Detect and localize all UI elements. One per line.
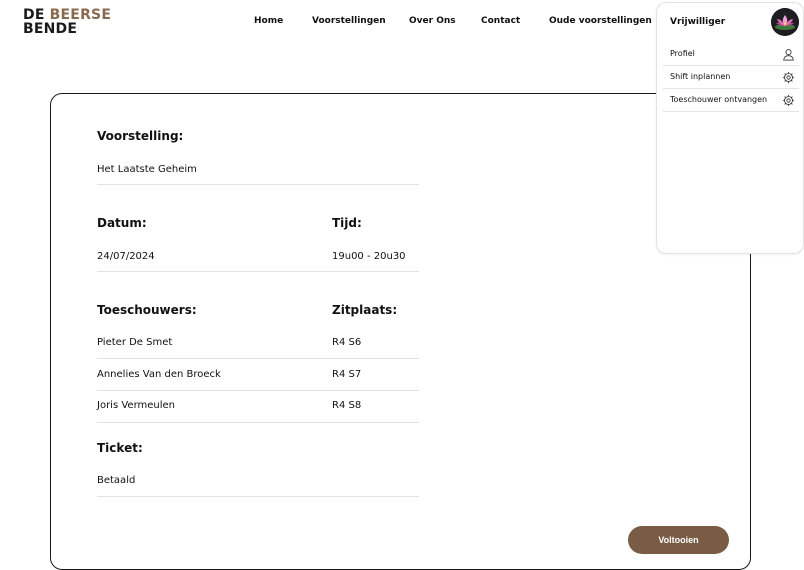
toeschouwer-name: Pieter De Smet	[97, 337, 173, 348]
menu-item-shift-inplannen[interactable]: Shift inplannen	[663, 66, 799, 89]
menu-item-label: Profiel	[670, 49, 695, 58]
toeschouwer-name: Joris Vermeulen	[97, 400, 175, 411]
nav-oude-voorstellingen[interactable]: Oude voorstellingen	[549, 16, 652, 26]
nav-voorstellingen[interactable]: Voorstellingen	[312, 16, 386, 26]
dropdown-title: Vrijwilliger	[670, 17, 726, 27]
toeschouwer-seat: R4 S8	[332, 400, 362, 411]
voorstelling-value: Het Laatste Geheim	[97, 164, 197, 175]
tijd-value: 19u00 - 20u30	[332, 251, 406, 262]
zitplaats-label: Zitplaats:	[332, 303, 398, 317]
user-icon	[783, 49, 794, 61]
divider	[97, 390, 419, 391]
nav-home[interactable]: Home	[254, 16, 283, 26]
reservation-card: Voorstelling: Het Laatste Geheim Datum: …	[50, 93, 751, 570]
user-dropdown: Vrijwilliger Profiel Shift inplannen Toe…	[656, 2, 804, 254]
divider	[97, 496, 419, 497]
avatar[interactable]	[771, 8, 799, 36]
menu-item-label: Shift inplannen	[670, 72, 731, 81]
logo-word-bende: BENDE	[23, 21, 78, 37]
menu-item-toeschouwer-ontvangen[interactable]: Toeschouwer ontvangen	[663, 89, 799, 112]
menu-item-profiel[interactable]: Profiel	[663, 43, 799, 66]
toeschouwer-seat: R4 S6	[332, 337, 362, 348]
datum-value: 24/07/2024	[97, 251, 155, 262]
menu-item-label: Toeschouwer ontvangen	[670, 95, 768, 104]
dropdown-header: Vrijwilliger	[657, 3, 803, 43]
gear-icon	[782, 71, 795, 84]
divider	[97, 184, 419, 185]
toeschouwer-seat: R4 S7	[332, 369, 362, 380]
tijd-label: Tijd:	[332, 216, 362, 230]
divider	[97, 271, 419, 272]
voorstelling-label: Voorstelling:	[97, 129, 184, 143]
toeschouwers-label: Toeschouwers:	[97, 303, 197, 317]
divider	[97, 358, 419, 359]
gear-icon	[782, 94, 795, 107]
ticket-value: Betaald	[97, 475, 136, 486]
datum-label: Datum:	[97, 216, 147, 230]
nav-over-ons[interactable]: Over Ons	[409, 16, 456, 26]
nav-contact[interactable]: Contact	[481, 16, 520, 26]
voltooien-button[interactable]: Voltooien	[628, 526, 729, 554]
ticket-label: Ticket:	[97, 441, 143, 455]
divider	[97, 422, 419, 423]
toeschouwer-name: Annelies Van den Broeck	[97, 369, 221, 380]
logo[interactable]: DE BEERSE BENDE	[23, 8, 111, 36]
